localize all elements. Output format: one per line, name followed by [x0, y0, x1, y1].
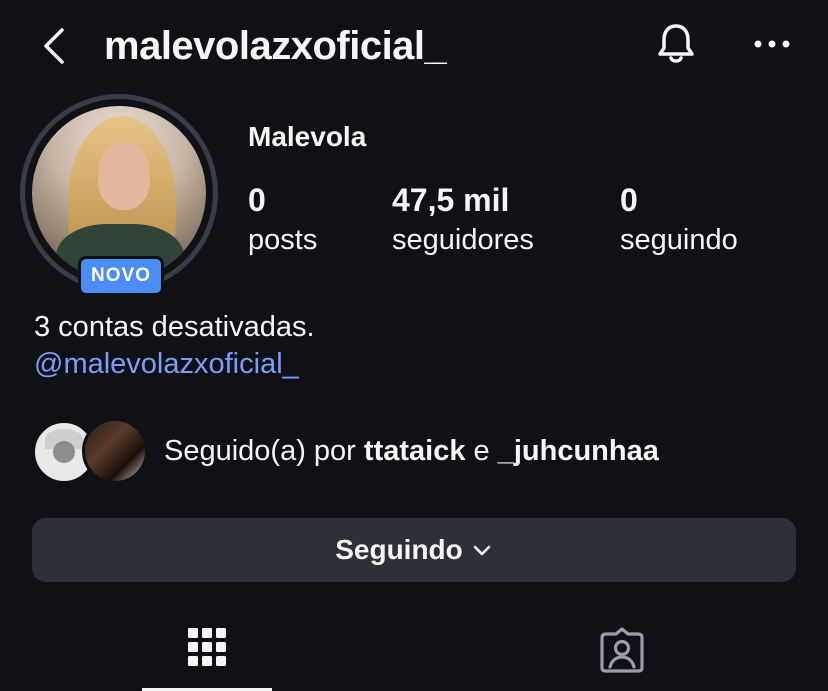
profile-username-title: malevolazxoficial_: [104, 24, 447, 68]
stat-followers-label: seguidores: [392, 224, 534, 256]
stat-following[interactable]: 0 seguindo: [620, 182, 738, 258]
bell-icon: [658, 24, 694, 63]
bio-text: 3 contas desativadas.: [34, 311, 315, 343]
tab-tagged[interactable]: [598, 626, 646, 674]
stat-following-value: 0: [620, 182, 638, 218]
more-horizontal-icon: [754, 40, 790, 48]
following-button-label: Seguindo: [335, 534, 463, 565]
stat-posts[interactable]: 0 posts: [248, 182, 317, 258]
bio-mention-link[interactable]: @malevolazxoficial_: [34, 345, 299, 383]
followed-by-prefix: Seguido(a) por: [164, 435, 356, 467]
followed-by-text[interactable]: Seguido(a) por ttataick e _juhcunhaa: [164, 432, 659, 470]
tagged-person-icon: [600, 627, 644, 673]
followed-by-conjunction: e: [473, 435, 490, 467]
grid-icon: [188, 628, 226, 666]
notifications-button[interactable]: [652, 20, 700, 68]
display-name: Malevola: [248, 121, 367, 152]
stat-posts-value: 0: [248, 182, 266, 218]
more-options-button[interactable]: [748, 24, 796, 64]
back-button[interactable]: [36, 26, 76, 66]
tab-posts-grid[interactable]: [186, 624, 228, 672]
profile-avatar[interactable]: [32, 106, 206, 280]
chevron-left-icon: [44, 28, 64, 64]
stat-followers[interactable]: 47,5 mil seguidores: [392, 182, 534, 258]
followed-by-user-1[interactable]: ttataick: [364, 435, 466, 467]
stat-following-label: seguindo: [620, 224, 738, 256]
chevron-down-icon: [473, 545, 491, 556]
follower-avatar-2[interactable]: [82, 418, 148, 484]
stat-followers-value: 47,5 mil: [392, 182, 510, 218]
following-button[interactable]: Seguindo: [32, 518, 796, 582]
new-badge: NOVO: [78, 256, 164, 296]
stat-posts-label: posts: [248, 224, 318, 256]
followed-by-user-2[interactable]: _juhcunhaa: [498, 435, 659, 467]
